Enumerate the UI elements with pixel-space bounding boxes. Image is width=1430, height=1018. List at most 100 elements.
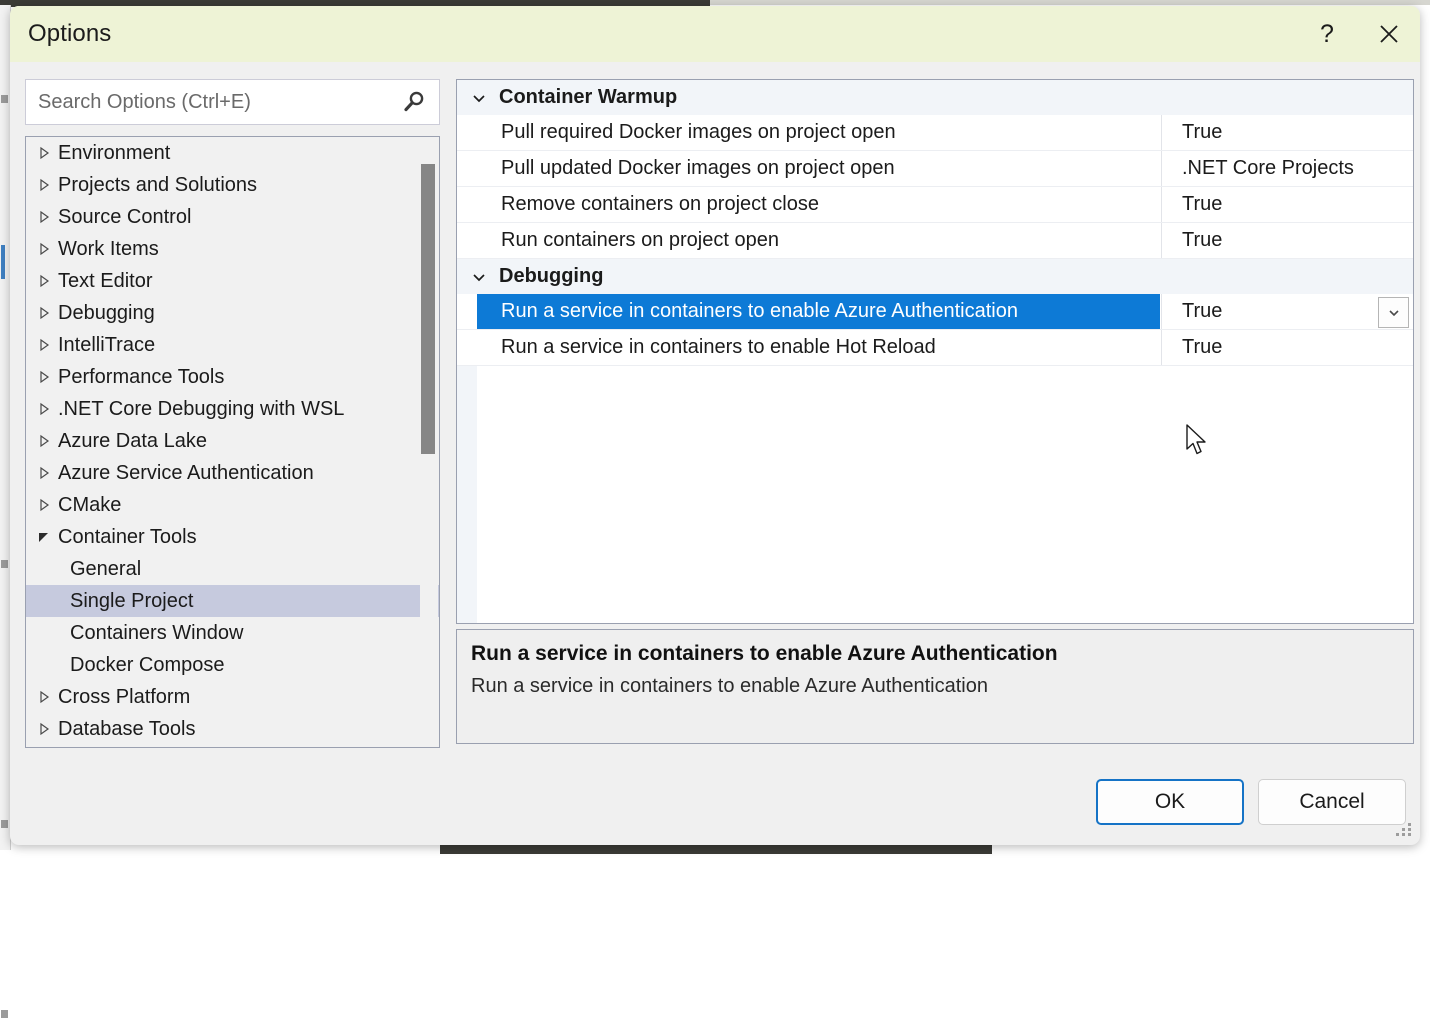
property-row[interactable]: Pull updated Docker images on project op… — [457, 151, 1413, 187]
sidebar-item-label: Projects and Solutions — [58, 174, 257, 197]
expander-collapsed-icon[interactable] — [37, 274, 57, 288]
sidebar-item-label: Docker Compose — [70, 654, 225, 677]
sidebar-item-label: Environment — [58, 142, 170, 165]
sidebar-item-single-project[interactable]: Single Project — [26, 585, 439, 617]
sidebar-item-container-tools[interactable]: Container Tools — [26, 521, 439, 553]
sidebar-item-label: Text Editor — [58, 270, 152, 293]
search-input[interactable] — [36, 90, 380, 115]
property-category-label: Container Warmup — [499, 86, 677, 109]
property-value[interactable]: True — [1161, 187, 1413, 222]
background-left-marker — [1, 1010, 8, 1018]
sidebar-item-azure-service-authentication[interactable]: Azure Service Authentication — [26, 457, 439, 489]
expander-collapsed-icon[interactable] — [37, 434, 57, 448]
expander-collapsed-icon[interactable] — [37, 498, 57, 512]
property-name[interactable]: Run a service in containers to enable Ho… — [477, 330, 1160, 365]
tree-scrollbar-thumb[interactable] — [421, 164, 435, 454]
property-row[interactable]: Run a service in containers to enable Ho… — [457, 330, 1413, 366]
search-options-box[interactable] — [25, 79, 440, 125]
property-value[interactable]: True — [1161, 115, 1413, 150]
dialog-titlebar: Options ? — [10, 6, 1420, 62]
sidebar-item-label: Database Tools — [58, 718, 196, 741]
question-mark-icon[interactable]: ? — [1296, 6, 1358, 62]
sidebar-item-database-tools[interactable]: Database Tools — [26, 713, 439, 745]
sidebar-item-performance-tools[interactable]: Performance Tools — [26, 361, 439, 393]
sidebar-item-docker-compose[interactable]: Docker Compose — [26, 649, 439, 681]
property-value[interactable]: .NET Core Projects — [1161, 151, 1413, 186]
property-value[interactable]: True — [1161, 330, 1413, 365]
chevron-down-icon[interactable] — [469, 269, 489, 285]
sidebar-item-environment[interactable]: Environment — [26, 137, 439, 169]
property-value-text: True — [1182, 121, 1222, 144]
property-name[interactable]: Remove containers on project close — [477, 187, 1160, 222]
property-value[interactable]: True — [1161, 294, 1413, 329]
expander-collapsed-icon[interactable] — [37, 178, 57, 192]
tree-list: Environment Projects and Solutions Source … — [26, 137, 439, 745]
background-toolbar-strip — [710, 0, 1430, 5]
sidebar-item-general[interactable]: General — [26, 553, 439, 585]
sidebar-item-containers-window[interactable]: Containers Window — [26, 617, 439, 649]
expander-collapsed-icon[interactable] — [37, 210, 57, 224]
sidebar-item-label: Performance Tools — [58, 366, 224, 389]
property-value-text: True — [1182, 300, 1222, 323]
property-name[interactable]: Run a service in containers to enable Az… — [477, 294, 1160, 329]
expander-collapsed-icon[interactable] — [37, 146, 57, 160]
expander-collapsed-icon[interactable] — [37, 242, 57, 256]
sidebar-item-net-core-debugging-with-wsl[interactable]: .NET Core Debugging with WSL — [26, 393, 439, 425]
property-name[interactable]: Run containers on project open — [477, 223, 1160, 258]
sidebar-item-label: Source Control — [58, 206, 191, 229]
property-value-text: True — [1182, 336, 1222, 359]
background-left-marker — [1, 820, 8, 828]
search-icon[interactable] — [401, 89, 427, 115]
close-icon[interactable] — [1358, 6, 1420, 62]
property-name[interactable]: Pull updated Docker images on project op… — [477, 151, 1160, 186]
background-left-marker — [1, 95, 8, 103]
property-category-header[interactable]: Debugging — [457, 259, 1413, 294]
property-value[interactable]: True — [1161, 223, 1413, 258]
expander-collapsed-icon[interactable] — [37, 722, 57, 736]
property-grid[interactable]: Container Warmup Pull required Docker ima… — [456, 79, 1414, 624]
tree-scrollbar[interactable] — [420, 138, 438, 746]
background-left-accent — [1, 245, 5, 279]
cancel-button[interactable]: Cancel — [1258, 779, 1406, 825]
property-row[interactable]: Pull required Docker images on project o… — [457, 115, 1413, 151]
sidebar-item-cmake[interactable]: CMake — [26, 489, 439, 521]
sidebar-item-label: Azure Service Authentication — [58, 462, 314, 485]
expander-collapsed-icon[interactable] — [37, 306, 57, 320]
property-name[interactable]: Pull required Docker images on project o… — [477, 115, 1160, 150]
dialog-title: Options — [28, 20, 111, 48]
property-row[interactable]: Run a service in containers to enable Az… — [457, 294, 1413, 330]
sidebar-item-source-control[interactable]: Source Control — [26, 201, 439, 233]
expander-expanded-icon[interactable] — [37, 530, 57, 544]
ok-button[interactable]: OK — [1096, 779, 1244, 825]
sidebar-item-intellitrace[interactable]: IntelliTrace — [26, 329, 439, 361]
expander-collapsed-icon[interactable] — [37, 370, 57, 384]
property-row[interactable]: Run containers on project openTrue — [457, 223, 1413, 259]
property-grid-rows: Container Warmup Pull required Docker ima… — [457, 80, 1413, 366]
expander-collapsed-icon[interactable] — [37, 402, 57, 416]
property-value-text: .NET Core Projects — [1182, 157, 1354, 180]
expander-collapsed-icon[interactable] — [37, 466, 57, 480]
sidebar-item-debugging[interactable]: Debugging — [26, 297, 439, 329]
sidebar-item-label: .NET Core Debugging with WSL — [58, 398, 344, 421]
expander-collapsed-icon[interactable] — [37, 690, 57, 704]
expander-collapsed-icon[interactable] — [37, 338, 57, 352]
sidebar-item-label: General — [70, 558, 141, 581]
description-body: Run a service in containers to enable Az… — [471, 675, 1399, 698]
sidebar-item-label: Debugging — [58, 302, 155, 325]
property-category-label: Debugging — [499, 265, 603, 288]
sidebar-item-text-editor[interactable]: Text Editor — [26, 265, 439, 297]
sidebar-item-azure-data-lake[interactable]: Azure Data Lake — [26, 425, 439, 457]
sidebar-item-label: Containers Window — [70, 622, 243, 645]
background-left-marker — [1, 560, 8, 568]
chevron-down-icon[interactable] — [469, 90, 489, 106]
sidebar-item-work-items[interactable]: Work Items — [26, 233, 439, 265]
value-dropdown-button[interactable] — [1378, 297, 1409, 328]
sidebar-item-projects-and-solutions[interactable]: Projects and Solutions — [26, 169, 439, 201]
resize-grip[interactable] — [1396, 823, 1412, 839]
sidebar-item-cross-platform[interactable]: Cross Platform — [26, 681, 439, 713]
options-category-tree[interactable]: Environment Projects and Solutions Source … — [25, 136, 440, 748]
property-row[interactable]: Remove containers on project closeTrue — [457, 187, 1413, 223]
property-category-header[interactable]: Container Warmup — [457, 80, 1413, 115]
sidebar-item-label: Azure Data Lake — [58, 430, 207, 453]
sidebar-item-label: Work Items — [58, 238, 159, 261]
